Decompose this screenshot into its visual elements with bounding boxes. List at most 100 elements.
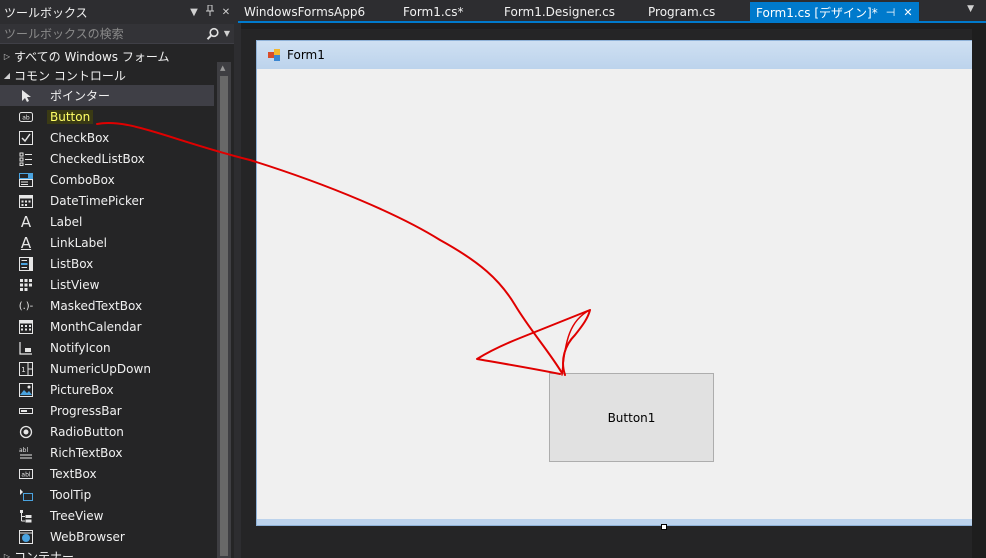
linklabel-icon: A — [20, 234, 32, 252]
toolbox-item-label: ProgressBar — [50, 403, 122, 418]
toolbox-item-numericupdown[interactable]: 1 NumericUpDown — [0, 358, 214, 379]
category-label: すべての Windows フォーム — [14, 49, 170, 64]
search-placeholder[interactable]: ツールボックスの検索 — [4, 25, 206, 42]
toolbox-item-maskedtextbox[interactable]: (.)- MaskedTextBox — [0, 295, 214, 316]
listbox-icon — [18, 256, 34, 272]
richtextbox-icon: abl — [18, 445, 34, 461]
webbrowser-icon — [18, 529, 34, 545]
toolbox-item-label[interactable]: A Label — [0, 211, 214, 232]
datetimepicker-icon — [18, 193, 34, 209]
toolbox-item-picturebox[interactable]: PictureBox — [0, 379, 214, 400]
form-title: Form1 — [287, 48, 325, 62]
combobox-icon — [18, 172, 34, 188]
toolbox-item-label: CheckBox — [50, 130, 110, 145]
toolbox-item-label: NotifyIcon — [50, 340, 111, 355]
form-bottom-border — [257, 519, 985, 525]
form-icon — [268, 49, 280, 61]
form-title-bar[interactable]: Form1 — [257, 41, 986, 69]
tab-program-cs[interactable]: Program.cs — [642, 2, 721, 22]
button1-label: Button1 — [607, 410, 656, 425]
tab-overflow-icon[interactable]: ▼ — [967, 4, 974, 14]
toolbox-item-datetimepicker[interactable]: DateTimePicker — [0, 190, 214, 211]
designer-right-edge — [972, 23, 986, 558]
toolbox-item-label: Button — [47, 109, 94, 124]
document-tab-bar: WindowsFormsApp6 Form1.cs* Form1.Designe… — [238, 0, 986, 22]
close-icon[interactable]: ✕ — [903, 6, 912, 19]
tab-form1-designer-cs[interactable]: Form1.Designer.cs — [498, 2, 621, 22]
toolbox-item-label: WebBrowser — [50, 529, 125, 544]
category-all-windows-forms[interactable]: ▷ すべての Windows フォーム — [0, 47, 170, 65]
toolbox-item-label: CheckedListBox — [50, 151, 145, 166]
toolbox-item-combobox[interactable]: ComboBox — [0, 169, 214, 190]
close-icon[interactable]: ✕ — [218, 7, 234, 18]
toolbox-item-button[interactable]: ab Button — [0, 106, 214, 127]
scroll-up-icon[interactable]: ▲ — [220, 64, 225, 72]
category-containers[interactable]: ▷ コンテナー — [0, 547, 74, 558]
pointer-icon — [18, 88, 34, 104]
toolbox-item-tooltip[interactable]: ToolTip — [0, 484, 214, 505]
toolbox-item-label: ToolTip — [50, 487, 92, 502]
pin-icon[interactable]: ⊣ — [886, 6, 896, 19]
toolbox-item-label: TreeView — [50, 508, 104, 523]
toolbox-item-textbox[interactable]: abl TextBox — [0, 463, 214, 484]
toolbox-item-label: RadioButton — [50, 424, 124, 439]
toolbox-item-notifyicon[interactable]: NotifyIcon — [0, 337, 214, 358]
toolbox-item-label: DateTimePicker — [50, 193, 144, 208]
category-label: コンテナー — [14, 549, 75, 558]
tab-label: WindowsFormsApp6 — [244, 5, 366, 19]
collapsed-arrow-icon[interactable]: ▷ — [0, 552, 14, 558]
toolbox-item-checkedlistbox[interactable]: CheckedListBox — [0, 148, 214, 169]
tab-form1-cs[interactable]: Form1.cs* — [397, 2, 470, 22]
toolbox-item-monthcalendar[interactable]: MonthCalendar — [0, 316, 214, 337]
expanded-arrow-icon[interactable]: ◢ — [0, 71, 14, 80]
toolbox-search[interactable]: ツールボックスの検索 ▼ — [0, 24, 234, 44]
scrollbar-thumb[interactable] — [220, 76, 228, 556]
tab-form1-design[interactable]: Form1.cs [デザイン]* ⊣ ✕ — [750, 2, 919, 22]
tab-label: Form1.cs* — [403, 5, 464, 19]
toolbox-title: ツールボックス — [4, 5, 88, 20]
numericupdown-icon: 1 — [18, 361, 34, 377]
resize-handle[interactable] — [661, 524, 667, 530]
maskedtextbox-icon: (.)- — [18, 300, 34, 312]
tab-windowsformsapp6[interactable]: WindowsFormsApp6 — [238, 2, 371, 22]
toolbox-item-label: ComboBox — [50, 172, 115, 187]
svg-text:ab: ab — [22, 115, 30, 122]
picturebox-icon — [18, 382, 34, 398]
notifyicon-icon — [18, 340, 34, 356]
toolbox-item-label: ListView — [50, 277, 100, 292]
pin-icon[interactable] — [202, 4, 218, 20]
toolbox-item-label: MonthCalendar — [50, 319, 142, 334]
progressbar-icon — [18, 403, 34, 419]
monthcalendar-icon — [18, 319, 34, 335]
tooltip-icon — [18, 487, 34, 503]
collapsed-arrow-icon[interactable]: ▷ — [0, 52, 14, 61]
toolbox-scrollbar[interactable]: ▲ — [217, 62, 231, 558]
button1-control[interactable]: Button1 — [549, 373, 714, 462]
toolbox-item-treeview[interactable]: TreeView — [0, 505, 214, 526]
toolbox-item-webbrowser[interactable]: WebBrowser — [0, 526, 214, 547]
toolbox-item-pointer[interactable]: ポインター — [0, 85, 214, 106]
category-label: コモン コントロール — [14, 68, 126, 83]
svg-text:1: 1 — [21, 366, 25, 374]
svg-text:abl: abl — [19, 447, 28, 454]
dropdown-icon[interactable]: ▼ — [186, 7, 202, 18]
toolbox-item-label: Label — [50, 214, 83, 229]
toolbox-item-label: MaskedTextBox — [50, 298, 143, 313]
toolbox-item-progressbar[interactable]: ProgressBar — [0, 400, 214, 421]
label-icon: A — [20, 213, 32, 231]
toolbox-item-richtextbox[interactable]: abl RichTextBox — [0, 442, 214, 463]
toolbox-item-checkbox[interactable]: CheckBox — [0, 127, 214, 148]
treeview-icon — [18, 508, 34, 524]
toolbox-item-radiobutton[interactable]: RadioButton — [0, 421, 214, 442]
toolbox-item-linklabel[interactable]: A LinkLabel — [0, 232, 214, 253]
category-common-controls[interactable]: ◢ コモン コントロール — [0, 66, 126, 84]
toolbox-item-list: ポインター ab Button CheckBox CheckedListBox … — [0, 85, 214, 547]
toolbox-item-listbox[interactable]: ListBox — [0, 253, 214, 274]
search-dropdown-icon[interactable]: ▼ — [224, 29, 230, 38]
checkedlistbox-icon — [18, 151, 34, 167]
toolbox-item-listview[interactable]: ListView — [0, 274, 214, 295]
button-icon: ab — [18, 109, 34, 125]
search-icon[interactable] — [206, 27, 220, 41]
tab-label: Form1.Designer.cs — [504, 5, 615, 19]
toolbox-title-bar: ツールボックス ▼ ✕ — [0, 0, 234, 24]
